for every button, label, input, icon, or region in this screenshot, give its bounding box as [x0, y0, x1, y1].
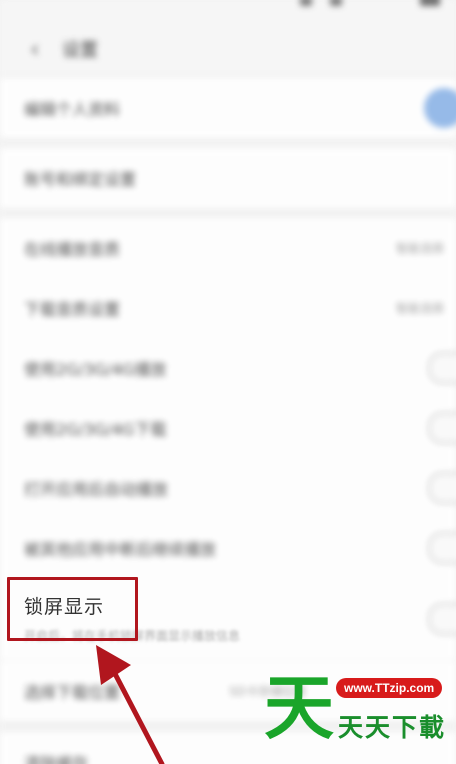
toggle-switch[interactable]: [428, 352, 456, 384]
row-label: 选择下载位置: [24, 683, 121, 702]
watermark-big-glyph: 天: [264, 667, 334, 749]
row-label: 编辑个人资料: [24, 100, 121, 119]
row-mobile-download[interactable]: 使用2G/3G/4G下载: [0, 398, 456, 459]
battery-icon: [420, 0, 440, 6]
toggle-switch[interactable]: [428, 472, 456, 504]
row-label: 下载音质设置: [24, 300, 121, 319]
status-bar: [0, 0, 456, 22]
watermark-logo: 天 www.TTzip.com 天天下載: [264, 668, 447, 754]
row-label: 被其他应用中断后继续播放: [24, 540, 217, 559]
row-download-quality[interactable]: 下载音质设置 智能选择: [0, 278, 456, 339]
row-online-quality[interactable]: 在线播放音质 智能选择: [0, 218, 456, 279]
back-icon[interactable]: ‹: [30, 35, 40, 63]
row-label: 账号和绑定设置: [24, 170, 137, 189]
row-autoplay[interactable]: 打开应用后自动播放: [0, 458, 456, 519]
blurred-settings-background: ‹ 设置 编辑个人资料 账号和绑定设置 在线播放音质 智能选择 下载音质设置 智…: [0, 0, 456, 764]
row-label: 打开应用后自动播放: [24, 480, 169, 499]
row-value: 智能选择: [395, 241, 444, 256]
row-value: 智能选择: [395, 301, 444, 316]
signal-icon: [300, 0, 312, 6]
toggle-switch[interactable]: [428, 532, 456, 564]
row-label: 使用2G/3G/4G下载: [24, 420, 167, 439]
row-label: 使用2G/3G/4G播放: [24, 360, 167, 379]
row-mobile-play[interactable]: 使用2G/3G/4G播放: [0, 338, 456, 399]
watermark-text: 天天下載: [338, 713, 447, 742]
watermark-url: www.TTzip.com: [336, 678, 443, 698]
toggle-switch[interactable]: [428, 412, 456, 444]
divider: [0, 208, 456, 218]
row-resume-play[interactable]: 被其他应用中断后继续播放: [0, 518, 456, 579]
avatar: [424, 88, 456, 128]
settings-screen: ‹ 设置 编辑个人资料 账号和绑定设置 在线播放音质 智能选择 下载音质设置 智…: [0, 0, 456, 764]
wifi-icon: [330, 0, 342, 6]
row-label: 清除缓存: [24, 754, 89, 764]
page-title: 设置: [62, 40, 98, 61]
row-label: 在线播放音质: [24, 240, 121, 259]
highlight-box: [7, 577, 138, 641]
row-edit-profile[interactable]: 编辑个人资料: [0, 78, 456, 139]
row-account-binding[interactable]: 账号和绑定设置: [0, 148, 456, 209]
toggle-switch[interactable]: [428, 603, 456, 635]
nav-bar: ‹ 设置: [0, 22, 456, 74]
